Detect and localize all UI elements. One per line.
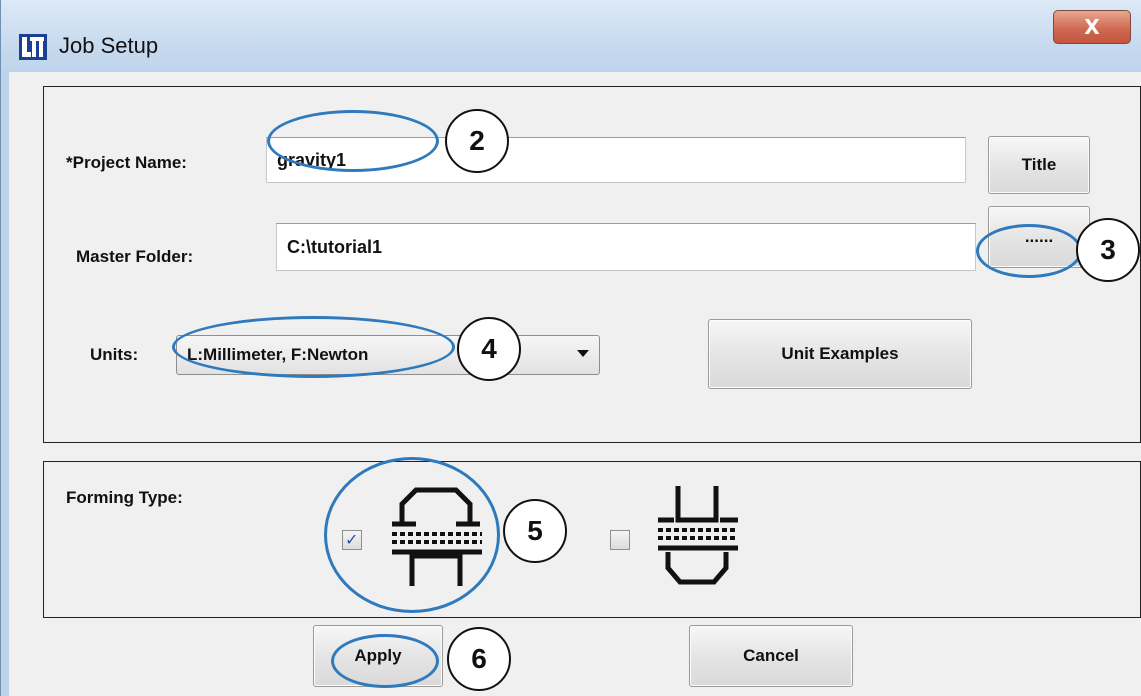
- title-button[interactable]: Title: [988, 136, 1090, 194]
- master-folder-value: C:\tutorial1: [287, 236, 383, 257]
- apply-button[interactable]: Apply: [313, 625, 443, 687]
- master-folder-label: Master Folder:: [76, 247, 194, 266]
- callout-3: 3: [1076, 218, 1140, 282]
- close-icon: X: [1084, 15, 1100, 39]
- dialog-body: *Project Name: gravity1 Title Master Fol…: [9, 72, 1141, 696]
- forming-type-group: Forming Type: ✓: [43, 461, 1141, 618]
- title-bar: Job Setup X: [1, 0, 1141, 80]
- callout-4: 4: [457, 317, 521, 381]
- browse-folder-button[interactable]: ......: [988, 206, 1090, 268]
- project-name-input[interactable]: gravity1: [266, 137, 966, 183]
- callout-5: 5: [503, 499, 567, 563]
- forming-type-1-checkbox[interactable]: ✓: [342, 530, 362, 550]
- forming-type-1-icon[interactable]: [390, 486, 484, 590]
- forming-type-2-icon[interactable]: [656, 482, 740, 590]
- settings-group: *Project Name: gravity1 Title Master Fol…: [43, 86, 1141, 443]
- callout-6: 6: [447, 627, 511, 691]
- unit-examples-label: Unit Examples: [781, 344, 899, 363]
- cancel-button-label: Cancel: [743, 646, 799, 665]
- unit-examples-button[interactable]: Unit Examples: [708, 319, 972, 389]
- window-title: Job Setup: [59, 33, 159, 58]
- forming-type-2-checkbox[interactable]: [610, 530, 630, 550]
- cancel-button[interactable]: Cancel: [689, 625, 853, 687]
- lsts-logo-icon: [19, 34, 47, 60]
- checkmark-icon: ✓: [345, 530, 359, 549]
- chevron-down-icon: [577, 350, 589, 357]
- callout-2: 2: [445, 109, 509, 173]
- forming-type-label: Forming Type:: [66, 488, 183, 507]
- apply-button-label: Apply: [354, 646, 402, 665]
- units-dropdown[interactable]: L:Millimeter, F:Newton: [176, 335, 600, 375]
- project-name-value: gravity1: [277, 149, 347, 170]
- browse-folder-label: ......: [1024, 227, 1054, 246]
- master-folder-input[interactable]: C:\tutorial1: [276, 223, 976, 271]
- units-selected-value: L:Millimeter, F:Newton: [187, 345, 369, 364]
- close-button[interactable]: X: [1053, 10, 1131, 44]
- job-setup-window: Job Setup X *Project Name: gravity1 Titl…: [0, 0, 1141, 696]
- project-name-label: *Project Name:: [66, 153, 187, 172]
- units-label: Units:: [90, 345, 139, 364]
- title-button-label: Title: [1021, 155, 1057, 174]
